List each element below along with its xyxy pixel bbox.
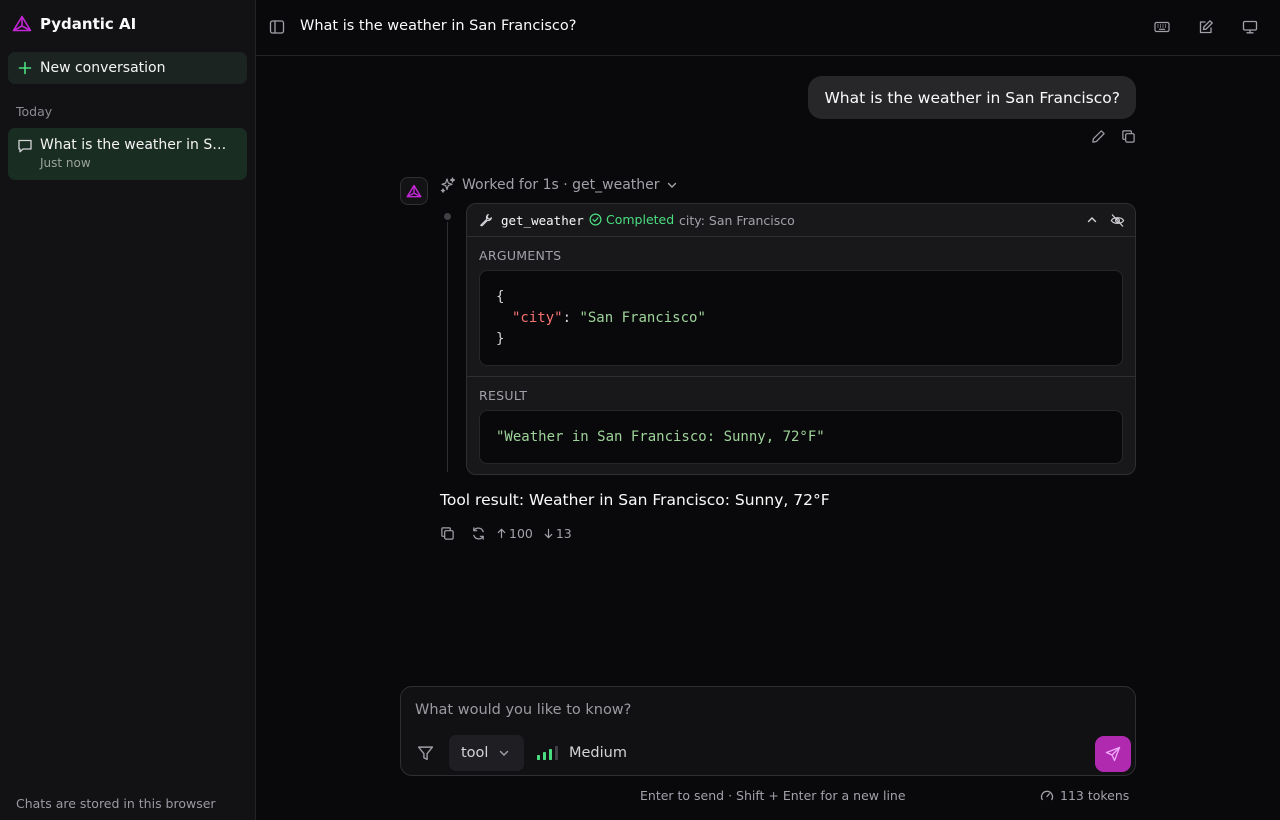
send-button[interactable] bbox=[1095, 736, 1131, 772]
wrench-icon bbox=[479, 213, 493, 227]
sparkles-icon bbox=[440, 177, 456, 193]
edit-message-icon[interactable] bbox=[1091, 129, 1106, 144]
model-select[interactable]: tool bbox=[449, 735, 524, 771]
pydantic-logo-icon bbox=[406, 184, 422, 199]
conversation-item[interactable]: What is the weather in San Francisco? Ju… bbox=[8, 128, 247, 180]
code-brace-close: } bbox=[496, 331, 505, 347]
arrow-up-icon bbox=[496, 528, 507, 539]
assistant-avatar bbox=[400, 177, 428, 205]
eye-off-icon[interactable] bbox=[1110, 213, 1125, 228]
user-message: What is the weather in San Francisco? bbox=[808, 76, 1136, 119]
tool-call-card: get_weather Completed city: San Francisc… bbox=[466, 203, 1136, 475]
result-value: "Weather in San Francisco: Sunny, 72°F" bbox=[496, 429, 825, 445]
argument-value: "San Francisco" bbox=[579, 310, 706, 326]
signal-bar bbox=[543, 752, 546, 760]
result-code-block: "Weather in San Francisco: Sunny, 72°F" bbox=[479, 410, 1123, 464]
token-count: 113 tokens bbox=[1040, 788, 1129, 803]
reasoning-effort-select[interactable]: Medium bbox=[537, 745, 627, 761]
input-tokens: 100 bbox=[496, 526, 533, 541]
sidebar: Pydantic AI New conversation Today What … bbox=[0, 0, 256, 820]
check-circle-icon bbox=[589, 213, 602, 226]
tool-name: get_weather bbox=[501, 213, 584, 228]
composer: tool Medium bbox=[400, 686, 1136, 776]
top-bar: What is the weather in San Francisco? bbox=[256, 0, 1280, 56]
brand[interactable]: Pydantic AI bbox=[12, 14, 136, 34]
tool-status-badge: Completed bbox=[589, 212, 674, 227]
copy-message-icon[interactable] bbox=[1121, 129, 1136, 144]
storage-note: Chats are stored in this browser bbox=[16, 796, 216, 811]
tool-status-text: Completed bbox=[606, 212, 675, 227]
signal-bar bbox=[537, 755, 540, 760]
new-conversation-label: New conversation bbox=[40, 60, 166, 76]
code-argument-line: "city": "San Francisco" bbox=[512, 310, 706, 326]
signal-bar bbox=[555, 746, 558, 760]
send-icon bbox=[1105, 746, 1121, 762]
output-tokens-value: 13 bbox=[555, 525, 572, 541]
assistant-message-actions: 100 13 bbox=[440, 525, 572, 541]
gauge-icon bbox=[1040, 789, 1054, 803]
section-label-today: Today bbox=[16, 104, 53, 119]
timeline-line bbox=[447, 222, 448, 472]
output-tokens: 13 bbox=[543, 526, 572, 541]
regenerate-icon[interactable] bbox=[471, 526, 486, 541]
arguments-code-block: { "city": "San Francisco" } bbox=[479, 270, 1123, 366]
user-message-text: What is the weather in San Francisco? bbox=[824, 88, 1120, 107]
composer-hint: Enter to send · Shift + Enter for a new … bbox=[640, 788, 906, 803]
monitor-icon[interactable] bbox=[1242, 19, 1258, 35]
pydantic-logo-icon bbox=[12, 15, 32, 33]
result-label: RESULT bbox=[479, 388, 528, 403]
conversation-title: What is the weather in San Francisco? bbox=[40, 137, 230, 153]
timeline-dot bbox=[444, 213, 451, 220]
argument-key: "city" bbox=[512, 310, 563, 326]
message-input[interactable] bbox=[415, 699, 1075, 721]
chevron-up-icon[interactable] bbox=[1085, 213, 1099, 227]
code-brace-open: { bbox=[496, 289, 505, 305]
page-title: What is the weather in San Francisco? bbox=[300, 18, 577, 34]
sidebar-toggle-icon[interactable] bbox=[269, 19, 285, 35]
copy-icon[interactable] bbox=[440, 526, 455, 541]
edit-icon[interactable] bbox=[1198, 19, 1214, 35]
tool-args-summary: city: San Francisco bbox=[679, 213, 795, 228]
signal-bar bbox=[549, 749, 552, 760]
filter-icon[interactable] bbox=[417, 745, 434, 762]
reasoning-effort-label: Medium bbox=[569, 745, 627, 761]
signal-bars-icon bbox=[537, 746, 561, 760]
assistant-message-text: Tool result: Weather in San Francisco: S… bbox=[440, 491, 830, 509]
token-count-value: 113 tokens bbox=[1060, 788, 1130, 803]
chevron-down-icon bbox=[666, 179, 678, 191]
arguments-label: ARGUMENTS bbox=[479, 248, 562, 263]
worked-summary-label: Worked for 1s · get_weather bbox=[462, 177, 660, 193]
tool-call-header[interactable]: get_weather Completed city: San Francisc… bbox=[467, 204, 1135, 237]
keyboard-icon[interactable] bbox=[1154, 19, 1170, 35]
input-tokens-value: 100 bbox=[509, 525, 533, 541]
worked-summary-toggle[interactable]: Worked for 1s · get_weather bbox=[440, 176, 678, 194]
brand-name: Pydantic AI bbox=[40, 15, 137, 33]
plus-icon bbox=[18, 61, 32, 75]
new-conversation-button[interactable]: New conversation bbox=[8, 52, 247, 84]
chevron-down-icon bbox=[498, 747, 510, 759]
arrow-down-icon bbox=[543, 528, 554, 539]
section-divider bbox=[467, 376, 1135, 377]
conversation-time: Just now bbox=[40, 156, 91, 170]
model-select-value: tool bbox=[461, 745, 489, 761]
chat-bubble-icon bbox=[17, 138, 33, 154]
